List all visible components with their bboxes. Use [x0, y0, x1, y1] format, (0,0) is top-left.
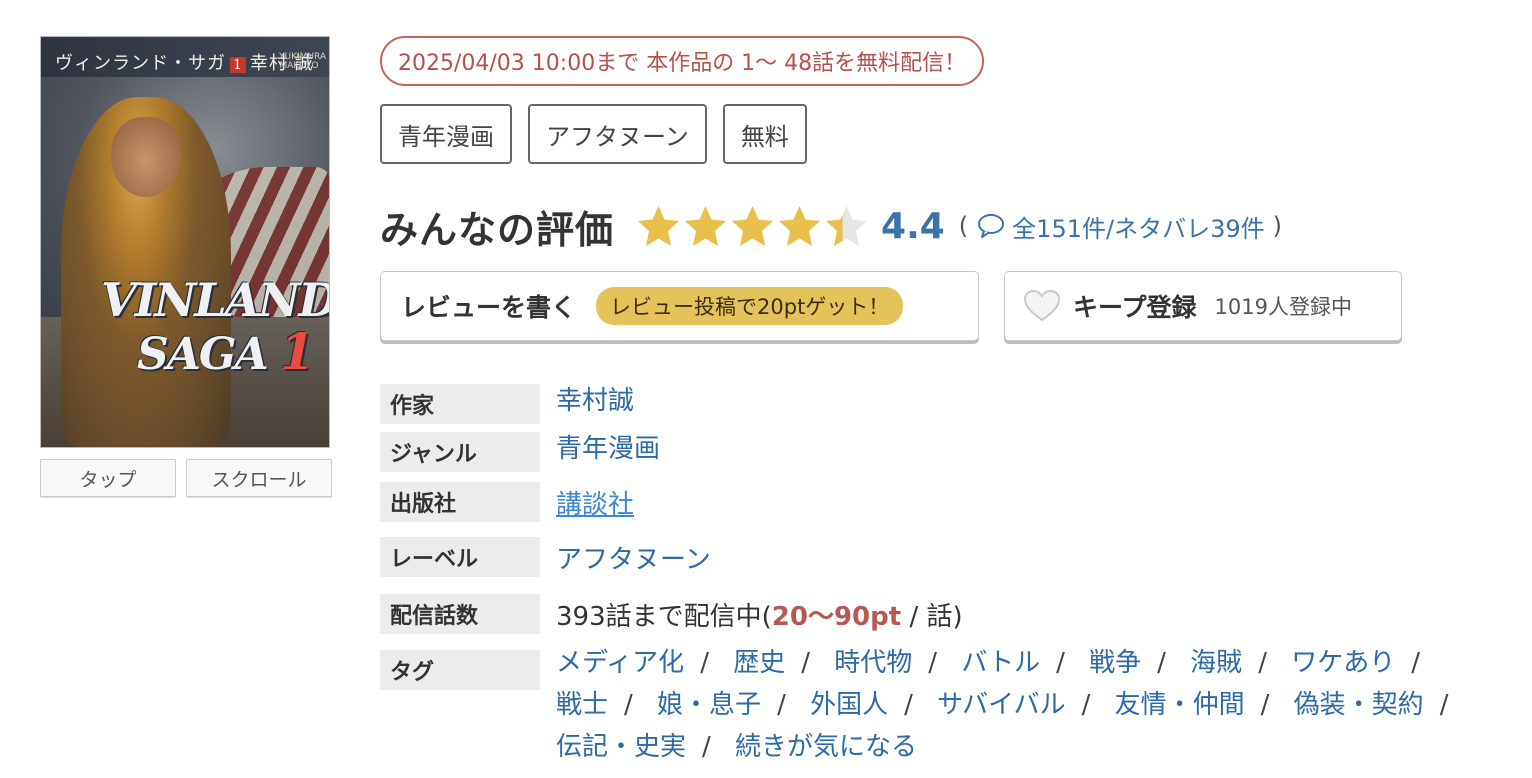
tag-separator: /	[801, 648, 810, 678]
cover-logo-number: 1	[279, 322, 315, 381]
episodes-price: 20〜90pt	[771, 602, 902, 632]
cover-volume: 1	[230, 57, 246, 73]
free-campaign-badge: 2025/04/03 10:00まで 本作品の 1〜 48話を無料配信！	[380, 36, 985, 86]
rating-section: みんなの評価 4.4 ( 全151件/ネタバレ39件 )	[380, 196, 1282, 256]
publisher-value: 講談社	[556, 484, 634, 521]
rating-label: みんなの評価	[380, 207, 615, 252]
tag-separator: /	[1157, 648, 1166, 678]
keep-button[interactable]: キープ登録 1019人登録中	[1004, 271, 1402, 341]
author-label: 作家	[380, 384, 540, 424]
cover-face	[111, 117, 181, 197]
tag-link[interactable]: バトル	[961, 648, 1040, 678]
write-review-button[interactable]: レビューを書く レビュー投稿で20ptゲット！	[380, 271, 979, 341]
tag-link[interactable]: ワケあり	[1291, 648, 1395, 678]
star-icon	[826, 205, 868, 246]
publisher-link[interactable]: 講談社	[556, 490, 634, 520]
open-paren: (	[958, 212, 969, 240]
star-icon	[779, 205, 821, 246]
genre-link[interactable]: 青年漫画	[556, 428, 660, 465]
tag-link[interactable]: 娘・息子	[657, 690, 761, 720]
tag-separator: /	[777, 690, 786, 720]
tag-separator: /	[904, 690, 913, 720]
review-count-text: 全151件/ネタバレ39件	[1012, 214, 1265, 243]
star-icon	[685, 205, 727, 246]
heart-icon	[1023, 289, 1061, 322]
cover-image[interactable]: ヴィンランド・サガ 1 幸村 誠 YUKIMURA MAKOTO VINLAND S…	[40, 36, 330, 448]
tag-separator: /	[1439, 690, 1449, 720]
tag-link[interactable]: 友情・仲間	[1115, 690, 1245, 720]
cover-logo-line1: VINLAND	[101, 273, 330, 327]
tag-separator: /	[1258, 648, 1267, 678]
close-paren: )	[1272, 212, 1282, 240]
tag-link[interactable]: 外国人	[810, 690, 888, 720]
episodes-prefix: 393話まで配信中(	[556, 602, 772, 632]
rating-stars	[636, 204, 869, 249]
tag-link[interactable]: サバイバル	[937, 690, 1065, 720]
tag-link[interactable]: 戦士	[556, 690, 608, 720]
tag-separator: /	[700, 648, 709, 678]
tag-separator: /	[1260, 690, 1270, 720]
cover-logo: VINLAND SAGA 1	[101, 273, 330, 377]
tag-link[interactable]: 伝記・史実	[556, 732, 686, 762]
publisher-label: 出版社	[380, 482, 540, 522]
tag-separator: /	[702, 732, 711, 762]
genre-label: ジャンル	[380, 432, 540, 472]
info-row-genre: ジャンル 青年漫画	[380, 432, 660, 472]
tag-separator: /	[624, 690, 633, 720]
cover-logo-line2: SAGA 1	[137, 327, 321, 377]
speech-bubble-icon	[978, 214, 1005, 238]
tag-separator: /	[1411, 648, 1420, 678]
rating-score: 4.4	[881, 205, 945, 247]
info-row-author: 作家 幸村誠	[380, 384, 634, 424]
cover-title: ヴィンランド・サガ 1 幸村 誠	[55, 49, 314, 75]
keep-label: キープ登録	[1073, 293, 1197, 322]
episodes-value: 393話まで配信中(20〜90pt / 話)	[556, 596, 963, 633]
tap-view-button[interactable]: タップ	[40, 459, 176, 497]
tag-link[interactable]: 海賊	[1190, 648, 1242, 678]
tag-link[interactable]: 続きが気になる	[735, 732, 917, 762]
tag-link[interactable]: 偽装・契約	[1294, 690, 1424, 720]
cover-author-romaji: YUKIMURA MAKOTO	[279, 52, 327, 71]
episodes-suffix: / 話)	[901, 602, 963, 632]
tags-label: タグ	[380, 650, 540, 690]
chip-free[interactable]: 無料	[722, 104, 807, 164]
info-row-label: レーベル アフタヌーン	[380, 537, 711, 577]
tag-link[interactable]: 時代物	[834, 648, 912, 678]
cover-title-text: ヴィンランド・サガ	[55, 53, 226, 74]
review-count-link[interactable]: ( 全151件/ネタバレ39件 )	[959, 209, 1282, 244]
label-label: レーベル	[380, 537, 540, 577]
star-icon	[732, 205, 774, 246]
keep-count: 1019人登録中	[1214, 295, 1352, 319]
episodes-label: 配信話数	[380, 594, 540, 634]
star-icon	[638, 205, 680, 246]
write-review-label: レビューを書く	[401, 293, 577, 322]
author-link[interactable]: 幸村誠	[556, 380, 634, 417]
info-row-tags: タグ	[380, 650, 540, 690]
review-bonus-badge: レビュー投稿で20ptゲット！	[596, 287, 904, 325]
tag-list: メディア化 / 歴史 / 時代物 / バトル / 戦争 / 海賊 / ワケあり / 戦士 / 娘…	[556, 642, 1516, 768]
chip-seinen[interactable]: 青年漫画	[380, 104, 512, 164]
label-link[interactable]: アフタヌーン	[556, 539, 711, 576]
chip-afternoon[interactable]: アフタヌーン	[528, 104, 707, 164]
tag-separator: /	[1056, 648, 1065, 678]
genre-chips: 青年漫画 アフタヌーン 無料	[380, 104, 807, 164]
tag-link[interactable]: 戦争	[1089, 648, 1141, 678]
tag-separator: /	[1081, 690, 1091, 720]
cover-logo-saga: SAGA	[137, 329, 269, 380]
info-row-episodes: 配信話数 393話まで配信中(20〜90pt / 話)	[380, 594, 963, 634]
scroll-view-button[interactable]: スクロール	[186, 459, 332, 497]
tag-link[interactable]: 歴史	[733, 648, 785, 678]
info-row-publisher: 出版社 講談社	[380, 482, 634, 522]
tag-separator: /	[928, 648, 938, 678]
tag-link[interactable]: メディア化	[556, 648, 684, 678]
